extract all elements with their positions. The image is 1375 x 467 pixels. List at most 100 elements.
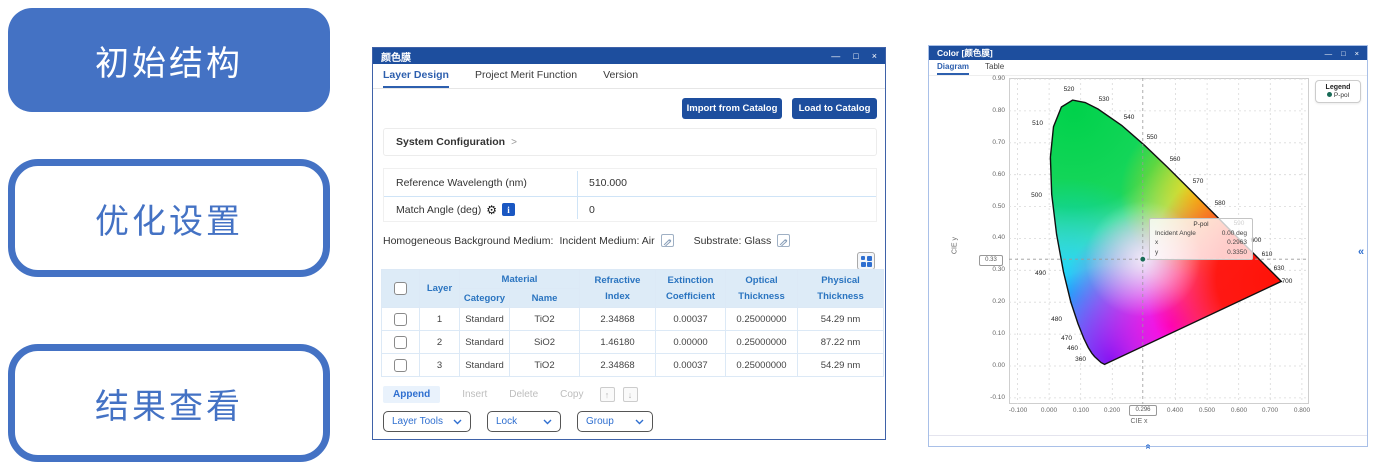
data-point-marker[interactable]	[1140, 257, 1145, 262]
cell-layer: 1	[420, 308, 460, 331]
minimize-icon[interactable]: —	[831, 51, 840, 61]
x-axis-label: CIE x	[1119, 418, 1159, 425]
reference-wavelength-value[interactable]: 510.000	[589, 177, 627, 189]
background-medium-row: Homogeneous Background Medium: Incident …	[383, 234, 790, 247]
svg-text:500: 500	[1031, 192, 1042, 199]
table-row: 3 Standard TiO2 2.34868 0.00037 0.250000…	[382, 354, 884, 377]
x-tick: 0.800	[1287, 407, 1317, 414]
copy-button[interactable]: Copy	[560, 389, 583, 400]
flow-step-optimization-settings[interactable]: 优化设置	[8, 159, 330, 277]
cell-category[interactable]: Standard	[460, 354, 510, 377]
load-to-catalog-button[interactable]: Load to Catalog	[792, 98, 877, 119]
x-tick: 0.200	[1097, 407, 1127, 414]
cell-optical[interactable]: 0.25000000	[726, 331, 798, 354]
minimize-icon[interactable]: —	[1325, 49, 1333, 58]
tab-table[interactable]: Table	[985, 60, 1004, 75]
match-angle-label: Match Angle (deg)	[396, 204, 481, 216]
col-material: Material	[460, 270, 580, 289]
select-all-checkbox[interactable]	[394, 282, 407, 295]
y-tick: 0.40	[969, 234, 1005, 241]
svg-text:560: 560	[1170, 156, 1181, 163]
layer-table: Layer Material RefractiveIndex Extinctio…	[381, 269, 884, 377]
col-category: Category	[460, 289, 510, 308]
append-button[interactable]: Append	[383, 386, 440, 403]
info-icon[interactable]: i	[502, 203, 515, 216]
collapse-panel-up-icon[interactable]: «	[1143, 444, 1154, 450]
grid-view-icon[interactable]	[857, 252, 875, 270]
col-name: Name	[510, 289, 580, 308]
chevron-right-icon: >	[511, 137, 517, 148]
system-configuration-section[interactable]: System Configuration >	[383, 128, 877, 156]
datapoint-tooltip: P-pol Incident Angle0.00 deg x0.2963 y0.…	[1149, 218, 1253, 260]
match-angle-value[interactable]: 0	[589, 204, 595, 216]
tab-layer-design[interactable]: Layer Design	[383, 64, 449, 88]
x-tick: 0.600	[1224, 407, 1254, 414]
y-tick: 0.50	[969, 203, 1005, 210]
svg-text:540: 540	[1124, 114, 1135, 121]
chevron-down-icon	[635, 419, 644, 425]
dialog-titlebar[interactable]: 颜色膜 — □ ×	[373, 48, 885, 64]
legend-series-dot	[1327, 92, 1332, 97]
move-down-icon[interactable]: ↓	[623, 387, 638, 402]
layer-tools-dropdown[interactable]: Layer Tools	[383, 411, 471, 432]
gear-icon[interactable]: ⚙	[486, 204, 497, 216]
delete-button[interactable]: Delete	[509, 389, 538, 400]
row-checkbox[interactable]	[394, 336, 407, 349]
row-checkbox[interactable]	[394, 313, 407, 326]
import-from-catalog-button[interactable]: Import from Catalog	[682, 98, 782, 119]
cell-refractive: 2.34868	[580, 354, 656, 377]
tooltip-series-name: P-pol	[1155, 221, 1247, 228]
dialog-title: 颜色膜	[373, 49, 411, 64]
cell-optical[interactable]: 0.25000000	[726, 308, 798, 331]
svg-text:480: 480	[1051, 316, 1062, 323]
tab-diagram[interactable]: Diagram	[937, 60, 969, 75]
collapse-panel-left-icon[interactable]: «	[1358, 246, 1364, 258]
close-icon[interactable]: ×	[872, 51, 877, 61]
legend-title: Legend	[1316, 84, 1360, 91]
y-tick: -0.10	[969, 394, 1005, 401]
cell-refractive: 2.34868	[580, 308, 656, 331]
cell-name[interactable]: SiO2	[510, 331, 580, 354]
maximize-icon[interactable]: □	[1341, 49, 1346, 58]
window-titlebar[interactable]: Color [颜色膜] — □ ×	[929, 46, 1367, 60]
cell-name[interactable]: TiO2	[510, 354, 580, 377]
move-up-icon[interactable]: ↑	[600, 387, 615, 402]
lock-dropdown[interactable]: Lock	[487, 411, 561, 432]
x-crosshair-value: 0.296	[1129, 405, 1157, 416]
svg-text:630: 630	[1274, 265, 1285, 272]
tab-version[interactable]: Version	[603, 64, 638, 88]
cell-physical[interactable]: 54.29 nm	[798, 354, 884, 377]
cell-extinction: 0.00000	[656, 331, 726, 354]
edit-substrate-icon[interactable]	[777, 234, 790, 247]
x-tick: 0.100	[1066, 407, 1096, 414]
close-icon[interactable]: ×	[1355, 49, 1359, 58]
cell-category[interactable]: Standard	[460, 331, 510, 354]
x-tick: 0.500	[1192, 407, 1222, 414]
svg-text:610: 610	[1262, 251, 1273, 258]
edit-incident-medium-icon[interactable]	[661, 234, 674, 247]
tab-project-merit-function[interactable]: Project Merit Function	[475, 64, 577, 88]
dialog-tab-bar: Layer Design Project Merit Function Vers…	[373, 64, 885, 89]
row-checkbox[interactable]	[394, 359, 407, 372]
row-actions-bar: Append Insert Delete Copy ↑ ↓	[383, 386, 638, 403]
group-dropdown[interactable]: Group	[577, 411, 653, 432]
flow-step-initial-structure[interactable]: 初始结构	[8, 8, 330, 112]
y-tick: 0.80	[969, 107, 1005, 114]
cell-category[interactable]: Standard	[460, 308, 510, 331]
flow-step-results-view[interactable]: 结果查看	[8, 344, 330, 462]
insert-button[interactable]: Insert	[462, 389, 487, 400]
cell-name[interactable]: TiO2	[510, 308, 580, 331]
parameters-panel: Reference Wavelength (nm) 510.000 Match …	[383, 168, 877, 222]
svg-text:360: 360	[1075, 356, 1086, 363]
cell-physical[interactable]: 87.22 nm	[798, 331, 884, 354]
svg-text:470: 470	[1061, 335, 1072, 342]
tool-dropdown-bar: Layer Tools Lock Group	[383, 411, 653, 432]
cell-optical[interactable]: 0.25000000	[726, 354, 798, 377]
layer-design-dialog: 颜色膜 — □ × Layer Design Project Merit Fun…	[372, 47, 886, 440]
x-tick: 0.000	[1034, 407, 1064, 414]
maximize-icon[interactable]: □	[853, 51, 858, 61]
y-tick: 0.90	[969, 75, 1005, 82]
svg-text:520: 520	[1064, 86, 1075, 93]
cell-physical[interactable]: 54.29 nm	[798, 308, 884, 331]
reference-wavelength-label: Reference Wavelength (nm)	[384, 177, 527, 189]
